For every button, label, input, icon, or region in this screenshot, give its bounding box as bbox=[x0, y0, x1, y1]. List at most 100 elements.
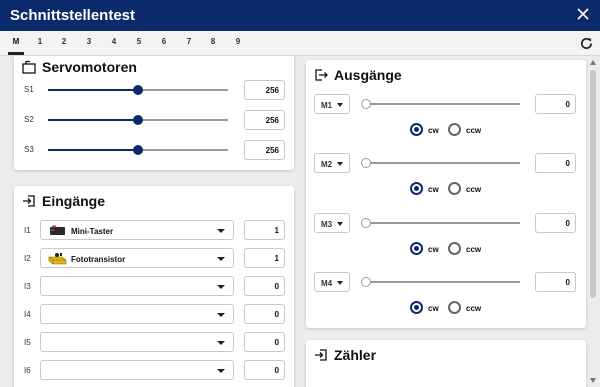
input-row-label: I5 bbox=[24, 338, 31, 347]
tab-9[interactable]: 9 bbox=[231, 37, 245, 46]
window-title: Schnittstellentest bbox=[10, 7, 136, 24]
output-m2-select[interactable]: M2 bbox=[314, 153, 350, 173]
output-m1-slider[interactable] bbox=[361, 98, 520, 110]
input-i4-value: 0 bbox=[244, 304, 285, 324]
slider-thumb[interactable] bbox=[133, 85, 143, 95]
output-label: M1 bbox=[321, 101, 333, 110]
output-m2-ccw-radio[interactable] bbox=[448, 182, 461, 195]
output-m3-ccw-radio[interactable] bbox=[448, 242, 461, 255]
tab-1[interactable]: 1 bbox=[33, 37, 47, 46]
output-m1-cw-radio[interactable] bbox=[410, 123, 423, 136]
input-row-label: I3 bbox=[24, 282, 31, 291]
input-device-label: Mini-Taster bbox=[71, 227, 114, 236]
refresh-icon[interactable] bbox=[579, 36, 594, 51]
servo-card-title: Servomotoren bbox=[42, 59, 137, 75]
output-m3-value[interactable]: 0 bbox=[535, 213, 576, 233]
slider-thumb[interactable] bbox=[361, 99, 371, 109]
servo-s3-slider[interactable] bbox=[48, 144, 228, 156]
counter-icon bbox=[315, 349, 327, 361]
tab-5[interactable]: 5 bbox=[132, 37, 146, 46]
chevron-down-icon bbox=[217, 313, 225, 317]
input-i4-select[interactable] bbox=[40, 304, 234, 324]
servo-card: Servomotoren S1 256 S2 256 S3 256 bbox=[14, 56, 294, 170]
tab-6[interactable]: 6 bbox=[157, 37, 171, 46]
slider-thumb[interactable] bbox=[133, 145, 143, 155]
tab-7[interactable]: 7 bbox=[182, 37, 196, 46]
tab-m[interactable]: M bbox=[9, 37, 23, 46]
slider-thumb[interactable] bbox=[361, 158, 371, 168]
output-m4-ccw-radio[interactable] bbox=[448, 301, 461, 314]
outputs-card: Ausgänge M1 0 cw ccw M2 0 cw ccw M3 0 cw… bbox=[306, 60, 586, 328]
slider-fill bbox=[48, 149, 138, 151]
tab-4[interactable]: 4 bbox=[107, 37, 121, 46]
output-m4-cw-radio[interactable] bbox=[410, 301, 423, 314]
inputs-card-header: Eingänge bbox=[22, 193, 105, 209]
output-m2-cw-radio[interactable] bbox=[410, 182, 423, 195]
chevron-down-icon bbox=[217, 285, 225, 289]
output-m2-value[interactable]: 0 bbox=[535, 153, 576, 173]
tab-bar: M 1 2 3 4 5 6 7 8 9 bbox=[0, 31, 600, 56]
servo-s2-slider[interactable] bbox=[48, 114, 228, 126]
input-row-label: I2 bbox=[24, 254, 31, 263]
slider-thumb[interactable] bbox=[361, 218, 371, 228]
output-label: M3 bbox=[321, 220, 333, 229]
servo-s1-value[interactable]: 256 bbox=[244, 80, 285, 100]
ccw-label: ccw bbox=[466, 304, 482, 313]
chevron-down-icon bbox=[337, 281, 343, 285]
output-m3-select[interactable]: M3 bbox=[314, 213, 350, 233]
cw-label: cw bbox=[428, 245, 439, 254]
input-i5-select[interactable] bbox=[40, 332, 234, 352]
output-m4-select[interactable]: M4 bbox=[314, 272, 350, 292]
tab-2[interactable]: 2 bbox=[57, 37, 71, 46]
output-m3-slider[interactable] bbox=[361, 217, 520, 229]
tab-3[interactable]: 3 bbox=[82, 37, 96, 46]
close-icon[interactable] bbox=[574, 5, 592, 23]
tab-8[interactable]: 8 bbox=[206, 37, 220, 46]
servo-s3-value[interactable]: 256 bbox=[244, 140, 285, 160]
servo-card-header: Servomotoren bbox=[22, 59, 137, 75]
scrollbar-thumb[interactable] bbox=[590, 70, 596, 298]
scroll-up-arrow-icon[interactable] bbox=[590, 60, 596, 65]
slider-fill bbox=[48, 89, 138, 91]
slider-thumb[interactable] bbox=[133, 115, 143, 125]
input-i1-value: 1 bbox=[244, 220, 285, 240]
outputs-card-title: Ausgänge bbox=[334, 67, 402, 83]
cw-label: cw bbox=[428, 185, 439, 194]
chevron-down-icon bbox=[217, 257, 225, 261]
title-bar: Schnittstellentest bbox=[0, 0, 600, 31]
output-m1-select[interactable]: M1 bbox=[314, 94, 350, 114]
input-i2-select[interactable]: Fototransistor bbox=[40, 248, 234, 268]
output-m3-cw-radio[interactable] bbox=[410, 242, 423, 255]
main-content: Servomotoren S1 256 S2 256 S3 256 Eingän… bbox=[0, 56, 600, 387]
output-m1-value[interactable]: 0 bbox=[535, 94, 576, 114]
slider-thumb[interactable] bbox=[361, 277, 371, 287]
input-i3-select[interactable] bbox=[40, 276, 234, 296]
inputs-card: Eingänge I1 Mini-Taster 1 I2 Fototransis… bbox=[14, 186, 294, 387]
output-icon bbox=[315, 69, 328, 81]
input-i1-select[interactable]: Mini-Taster bbox=[40, 220, 234, 240]
servo-row-label: S2 bbox=[24, 115, 34, 124]
cw-label: cw bbox=[428, 304, 439, 313]
servo-s1-slider[interactable] bbox=[48, 84, 228, 96]
slider-fill bbox=[48, 119, 138, 121]
scroll-down-arrow-icon[interactable] bbox=[590, 378, 596, 383]
output-m1-ccw-radio[interactable] bbox=[448, 123, 461, 136]
slider-track bbox=[366, 162, 520, 164]
output-m4-slider[interactable] bbox=[361, 276, 520, 288]
input-device-label: Fototransistor bbox=[71, 255, 126, 264]
servo-row-label: S1 bbox=[24, 85, 34, 94]
output-m2-slider[interactable] bbox=[361, 157, 520, 169]
ccw-label: ccw bbox=[466, 245, 482, 254]
ccw-label: ccw bbox=[466, 126, 482, 135]
slider-track bbox=[366, 222, 520, 224]
phototransistor-icon bbox=[48, 253, 67, 265]
slider-track bbox=[366, 281, 520, 283]
servo-icon bbox=[22, 60, 36, 74]
input-row-label: I1 bbox=[24, 226, 31, 235]
input-i6-select[interactable] bbox=[40, 360, 234, 380]
outputs-card-header: Ausgänge bbox=[314, 67, 402, 83]
chevron-down-icon bbox=[337, 162, 343, 166]
servo-s2-value[interactable]: 256 bbox=[244, 110, 285, 130]
output-m4-value[interactable]: 0 bbox=[535, 272, 576, 292]
input-i6-value: 0 bbox=[244, 360, 285, 380]
